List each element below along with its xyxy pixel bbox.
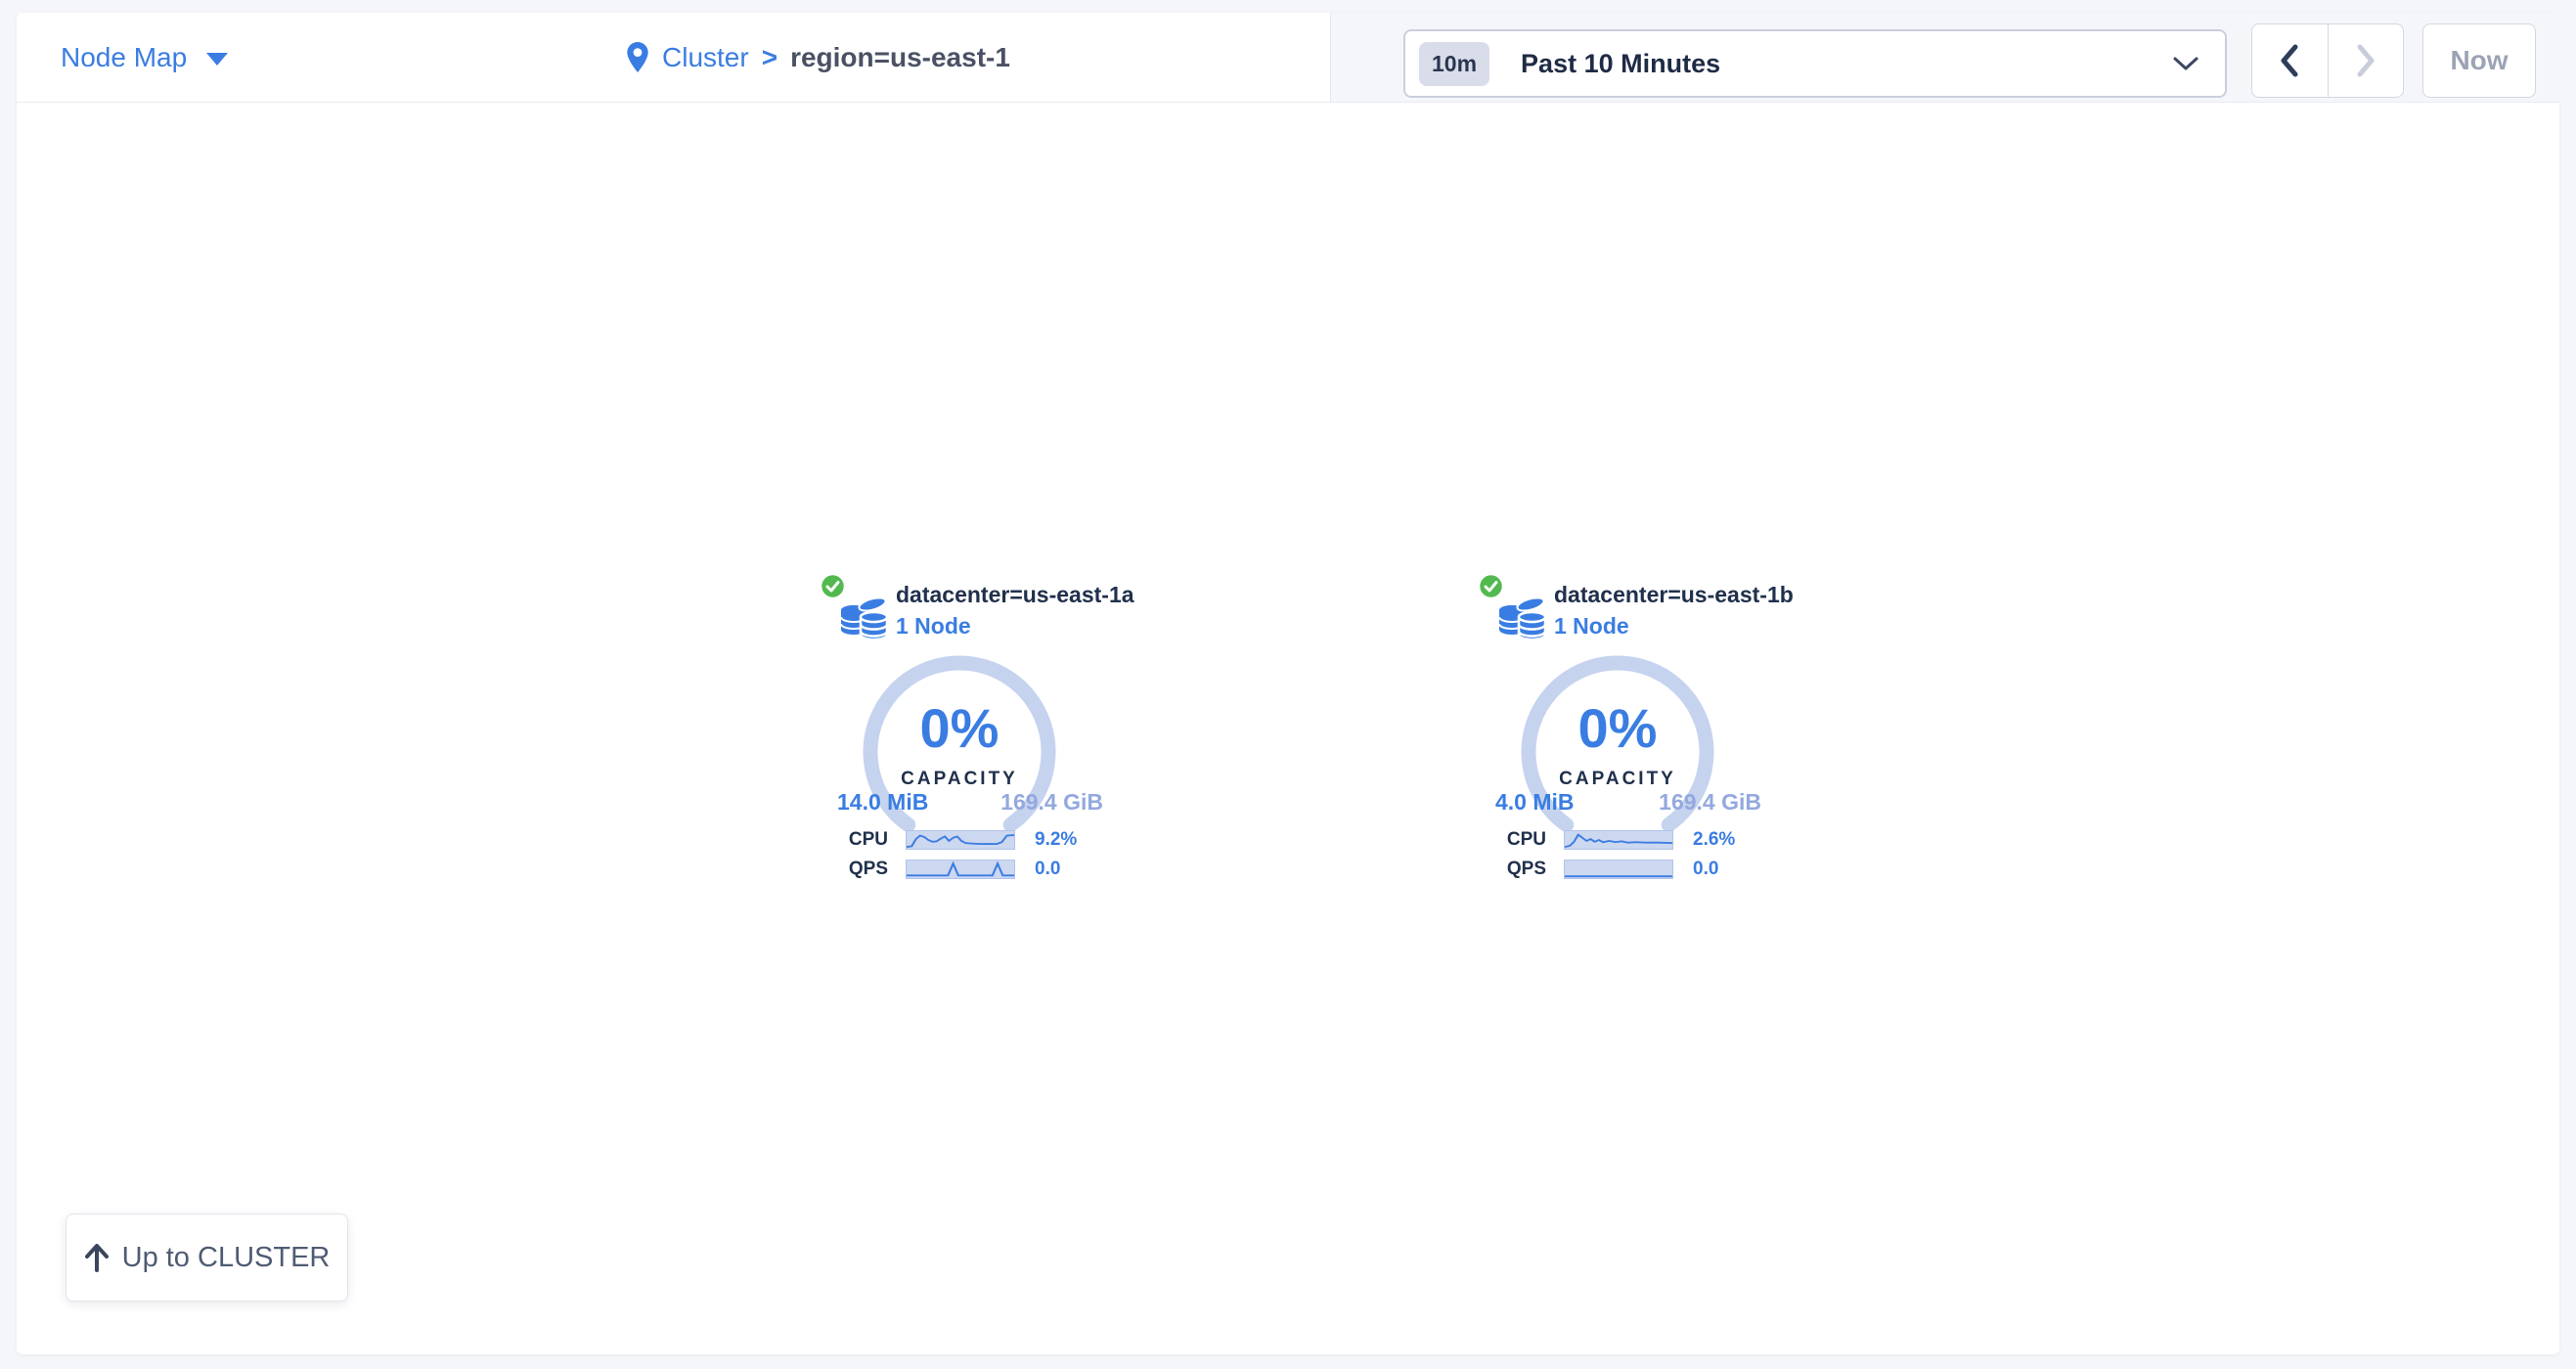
qps-value: 0.0: [1035, 859, 1060, 880]
breadcrumb-current: region=us-east-1: [790, 42, 1010, 73]
chevron-left-icon: [2278, 43, 2301, 78]
cpu-metric-row: CPU 9.2%: [839, 828, 1077, 852]
chevron-down-icon: [206, 53, 228, 66]
capacity-values: 14.0 MiB 169.4 GiB: [837, 789, 1103, 816]
locality-node-count: 1 Node: [1554, 613, 1629, 640]
cpu-value: 9.2%: [1035, 829, 1077, 851]
prev-time-button[interactable]: [2252, 24, 2328, 97]
map-panel: [17, 13, 2559, 1354]
breadcrumb-cluster-link[interactable]: Cluster: [662, 42, 749, 73]
database-stack-icon: [1497, 594, 1548, 642]
capacity-values: 4.0 MiB 169.4 GiB: [1495, 789, 1761, 816]
capacity-label: CAPACITY: [863, 769, 1056, 790]
capacity-donut: 0% CAPACITY: [863, 655, 1056, 849]
locality-title: datacenter=us-east-1b: [1554, 582, 1794, 608]
capacity-percent: 0%: [863, 696, 1056, 760]
node-map-page: Node Map Cluster > region=us-east-1 10m …: [0, 0, 2576, 1369]
qps-sparkline: [1564, 860, 1673, 879]
cpu-sparkline: [1564, 830, 1673, 850]
next-time-button[interactable]: [2328, 24, 2404, 97]
cpu-sparkline: [906, 830, 1015, 850]
locality-card[interactable]: datacenter=us-east-1a 1 Node 0% CAPACITY…: [820, 570, 1142, 903]
now-button[interactable]: Now: [2422, 23, 2536, 98]
qps-metric-row: QPS 0.0: [839, 858, 1060, 881]
chevron-right-icon: [2354, 43, 2377, 78]
locality-node-count: 1 Node: [896, 613, 971, 640]
cpu-value: 2.6%: [1693, 829, 1735, 851]
capacity-total: 169.4 GiB: [1659, 789, 1761, 816]
breadcrumb-separator: >: [762, 42, 777, 73]
capacity-donut: 0% CAPACITY: [1521, 655, 1714, 849]
time-window-select[interactable]: 10m Past 10 Minutes: [1403, 29, 2227, 98]
database-stack-icon: [839, 594, 890, 642]
qps-label: QPS: [839, 859, 888, 880]
time-nav-group: [2251, 23, 2404, 98]
locality-title: datacenter=us-east-1a: [896, 582, 1134, 608]
cpu-label: CPU: [839, 829, 888, 851]
qps-label: QPS: [1497, 859, 1546, 880]
up-to-cluster-label: Up to CLUSTER: [122, 1242, 331, 1274]
time-window-badge: 10m: [1419, 42, 1489, 86]
capacity-percent: 0%: [1521, 696, 1714, 760]
capacity-used: 14.0 MiB: [837, 789, 928, 816]
arrow-up-icon: [84, 1243, 110, 1272]
cpu-label: CPU: [1497, 829, 1546, 851]
qps-sparkline: [906, 860, 1015, 879]
cpu-metric-row: CPU 2.6%: [1497, 828, 1735, 852]
chevron-down-icon: [2172, 55, 2199, 72]
view-dropdown-label: Node Map: [61, 42, 187, 73]
qps-metric-row: QPS 0.0: [1497, 858, 1718, 881]
time-window-label: Past 10 Minutes: [1521, 49, 1720, 79]
capacity-used: 4.0 MiB: [1495, 789, 1575, 816]
capacity-total: 169.4 GiB: [1000, 789, 1103, 816]
location-pin-icon: [626, 41, 649, 73]
locality-card[interactable]: datacenter=us-east-1b 1 Node 0% CAPACITY…: [1478, 570, 1800, 903]
header-divider: [17, 102, 2559, 103]
view-dropdown[interactable]: Node Map: [61, 13, 228, 102]
breadcrumb: Cluster > region=us-east-1: [626, 13, 1010, 102]
qps-value: 0.0: [1693, 859, 1718, 880]
up-to-cluster-button[interactable]: Up to CLUSTER: [66, 1214, 348, 1302]
capacity-label: CAPACITY: [1521, 769, 1714, 790]
